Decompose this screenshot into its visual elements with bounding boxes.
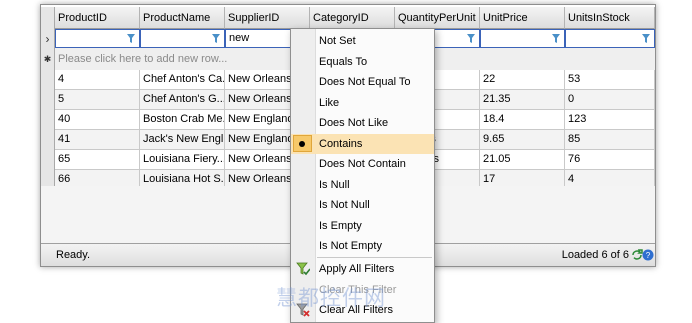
menu-item-does-not-contain[interactable]: Does Not Contain xyxy=(291,154,434,174)
menu-separator xyxy=(317,257,432,258)
menu-item-label: Contains xyxy=(319,137,363,150)
cell-unitsinstock[interactable]: 53 xyxy=(565,70,655,90)
menu-item-label: Does Not Like xyxy=(319,117,389,129)
row-header[interactable] xyxy=(41,110,55,130)
cell-productid[interactable]: 4 xyxy=(55,70,140,90)
column-header-supplierid[interactable]: SupplierID xyxy=(225,7,310,29)
cell-unitprice[interactable]: 22 xyxy=(480,70,565,90)
funnel-icon[interactable] xyxy=(127,34,135,43)
menu-item-apply-all-filters[interactable]: Apply All Filters xyxy=(291,259,434,279)
menu-item-is-not-null[interactable]: Is Not Null xyxy=(291,195,434,215)
cell-productid[interactable]: 65 xyxy=(55,150,140,170)
menu-item-label: Is Empty xyxy=(319,219,362,232)
menu-item-does-not-equal-to[interactable]: Does Not Equal To xyxy=(291,72,434,92)
cell-productname[interactable]: Chef Anton's G... xyxy=(140,90,225,110)
header-row-corner xyxy=(41,7,55,29)
menu-item-label: Like xyxy=(319,96,340,109)
apply-filter-icon xyxy=(296,262,310,276)
cell-unitprice[interactable]: 18.4 xyxy=(480,110,565,130)
menu-item-like[interactable]: Like xyxy=(291,93,434,113)
cell-productname[interactable]: Louisiana Fiery... xyxy=(140,150,225,170)
selected-bullet-icon xyxy=(299,140,305,147)
row-header[interactable] xyxy=(41,70,55,90)
column-header-productname[interactable]: ProductName xyxy=(140,7,225,29)
menu-item-label: Is Null xyxy=(319,178,350,191)
menu-item-is-empty[interactable]: Is Empty xyxy=(291,216,434,236)
cell-unitsinstock[interactable]: 0 xyxy=(565,90,655,110)
svg-text:?: ? xyxy=(646,251,651,260)
menu-item-label: Is Not Empty xyxy=(319,240,382,252)
loaded-count: Loaded 6 of 6 xyxy=(561,249,629,261)
cell-unitprice[interactable]: 21.35 xyxy=(480,90,565,110)
menu-item-label: Equals To xyxy=(319,55,368,68)
funnel-icon[interactable] xyxy=(552,34,560,43)
filter-context-menu: Not Set Equals To Does Not Equal To Like Doe… xyxy=(290,28,435,323)
row-header[interactable] xyxy=(41,130,55,150)
menu-item-label: Does Not Equal To xyxy=(319,76,411,88)
filter-cell-unitprice[interactable] xyxy=(480,29,565,48)
status-text: Ready. xyxy=(56,249,91,261)
column-header-quantityperunit[interactable]: QuantityPerUnit xyxy=(395,7,480,29)
column-header-categoryid[interactable]: CategoryID xyxy=(310,7,395,29)
menu-item-is-not-empty[interactable]: Is Not Empty xyxy=(291,236,434,256)
row-header[interactable] xyxy=(41,90,55,110)
column-header-unitprice[interactable]: UnitPrice xyxy=(480,7,565,29)
cell-unitprice[interactable]: 9.65 xyxy=(480,130,565,150)
funnel-icon[interactable] xyxy=(642,34,650,43)
cell-unitsinstock[interactable]: 76 xyxy=(565,150,655,170)
cell-productid[interactable]: 40 xyxy=(55,110,140,130)
funnel-icon[interactable] xyxy=(467,34,475,43)
cell-productname[interactable]: Jack's New Engl... xyxy=(140,130,225,150)
menu-item-label: Not Set xyxy=(319,35,356,47)
filter-cell-unitsinstock[interactable] xyxy=(565,29,655,48)
cell-productid[interactable]: 5 xyxy=(55,90,140,110)
cell-unitsinstock[interactable]: 85 xyxy=(565,130,655,150)
filter-cell-productname[interactable] xyxy=(140,29,225,48)
menu-item-equals-to[interactable]: Equals To xyxy=(291,52,434,72)
new-row-placeholder[interactable]: Please click here to add new row... xyxy=(58,48,227,70)
menu-item-label: Apply All Filters xyxy=(319,263,395,275)
filter-cell-productid[interactable] xyxy=(55,29,140,48)
menu-item-label: Is Not Null xyxy=(319,199,370,211)
cell-productname[interactable]: Boston Crab Me... xyxy=(140,110,225,130)
cell-productname[interactable]: Chef Anton's Ca... xyxy=(140,70,225,90)
new-row-indicator: ✱ xyxy=(41,48,55,70)
cell-unitprice[interactable]: 21.05 xyxy=(480,150,565,170)
column-header-productid[interactable]: ProductID xyxy=(55,7,140,29)
menu-item-does-not-like[interactable]: Does Not Like xyxy=(291,113,434,133)
column-header-unitsinstock[interactable]: UnitsInStock xyxy=(565,7,655,29)
filter-row-indicator: › xyxy=(41,29,55,48)
menu-item-label: Does Not Contain xyxy=(319,158,406,170)
row-header[interactable] xyxy=(41,150,55,170)
menu-item-contains[interactable]: Contains xyxy=(291,133,434,154)
help-icon[interactable]: ? xyxy=(642,249,654,261)
column-header-row: ProductID ProductName SupplierID Categor… xyxy=(41,7,655,29)
cell-unitsinstock[interactable]: 123 xyxy=(565,110,655,130)
menu-item-not-set[interactable]: Not Set xyxy=(291,31,434,51)
menu-item-is-null[interactable]: Is Null xyxy=(291,175,434,195)
watermark: 慧都控件网 xyxy=(276,286,386,310)
funnel-icon[interactable] xyxy=(212,34,220,43)
cell-productid[interactable]: 41 xyxy=(55,130,140,150)
